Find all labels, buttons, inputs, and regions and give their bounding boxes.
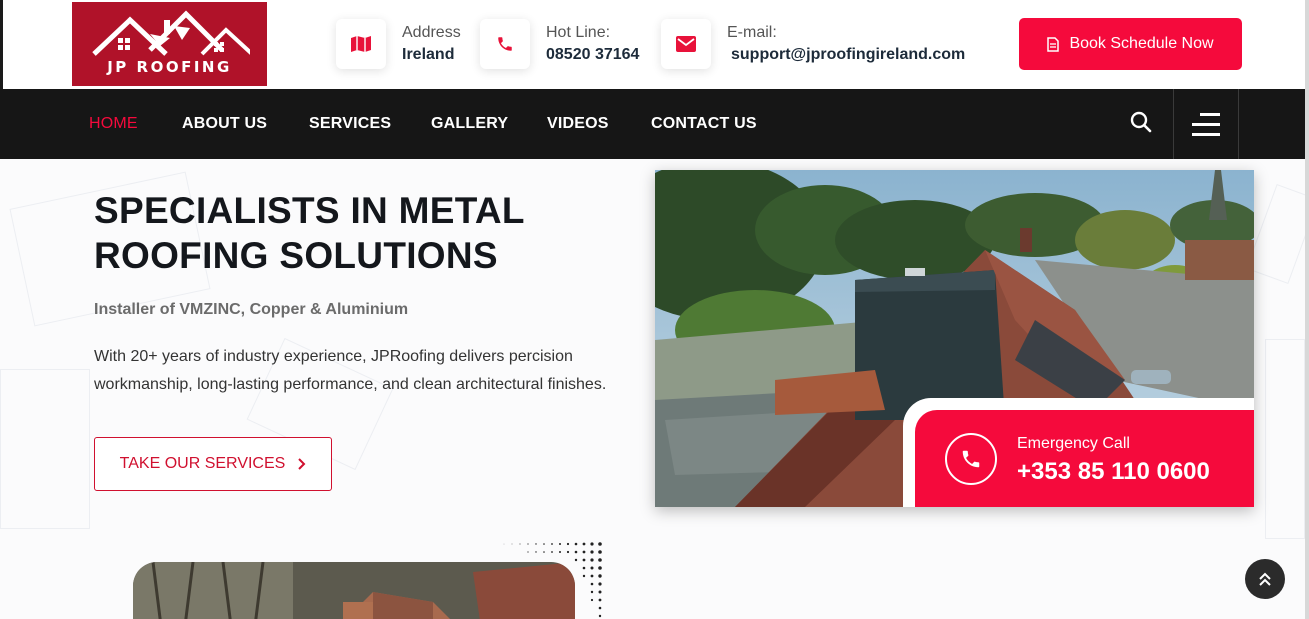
nav-about-us[interactable]: ABOUT US (182, 115, 267, 133)
logo[interactable]: JP ROOFING (72, 2, 267, 86)
phone-icon (945, 433, 997, 485)
take-our-services-label: TAKE OUR SERVICES (119, 455, 286, 472)
nav-videos[interactable]: VIDEOS (547, 115, 609, 133)
document-icon (1047, 36, 1060, 52)
address-block: Address Ireland (336, 18, 461, 70)
top-header: JP ROOFING Address Ireland Hot Line: 085… (0, 0, 1309, 89)
hero-description: With 20+ years of industry experience, J… (94, 348, 607, 393)
scroll-to-top-button[interactable] (1245, 559, 1285, 599)
hero-title: SPECIALISTS IN METAL ROOFING SOLUTIONS (94, 190, 525, 276)
emergency-phone[interactable]: +353 85 110 0600 (1017, 458, 1210, 486)
main-nav: HOME ABOUT US SERVICES GALLERY VIDEOS CO… (0, 89, 1305, 159)
hotline-label: Hot Line: (546, 24, 611, 41)
email-label: E-mail: (727, 24, 777, 41)
roof-photo-secondary (133, 562, 575, 619)
nav-contact-us[interactable]: CONTACT US (651, 115, 757, 133)
hamburger-menu-icon[interactable] (1173, 89, 1239, 159)
page: JP ROOFING Address Ireland Hot Line: 085… (0, 0, 1309, 619)
take-our-services-button[interactable]: TAKE OUR SERVICES (94, 437, 332, 491)
map-icon (336, 19, 386, 69)
book-schedule-button[interactable]: Book Schedule Now (1019, 18, 1242, 70)
hero-subtitle: Installer of VMZINC, Copper & Aluminium (94, 301, 409, 318)
emergency-label: Emergency Call (1017, 435, 1130, 452)
logo-house-icon (92, 10, 250, 56)
hotline-block: Hot Line: 08520 37164 (480, 18, 639, 70)
emergency-call-card[interactable]: Emergency Call +353 85 110 0600 (915, 410, 1254, 507)
double-chevron-up-icon (1259, 572, 1271, 586)
nav-home[interactable]: HOME (89, 115, 138, 133)
envelope-icon (661, 19, 711, 69)
scrollbar[interactable] (1305, 0, 1309, 619)
hotline-value[interactable]: 08520 37164 (546, 44, 639, 66)
nav-services[interactable]: SERVICES (309, 115, 391, 133)
email-value[interactable]: support@jproofingireland.com (731, 44, 965, 66)
nav-gallery[interactable]: GALLERY (431, 115, 508, 133)
address-value: Ireland (402, 46, 455, 63)
chevron-right-icon (298, 458, 306, 470)
book-schedule-label: Book Schedule Now (1069, 35, 1214, 52)
email-block: E-mail: support@jproofingireland.com (661, 18, 965, 70)
address-label: Address (402, 24, 461, 41)
search-icon[interactable] (1130, 111, 1152, 138)
logo-text: JP ROOFING (107, 58, 232, 76)
phone-icon (480, 19, 530, 69)
